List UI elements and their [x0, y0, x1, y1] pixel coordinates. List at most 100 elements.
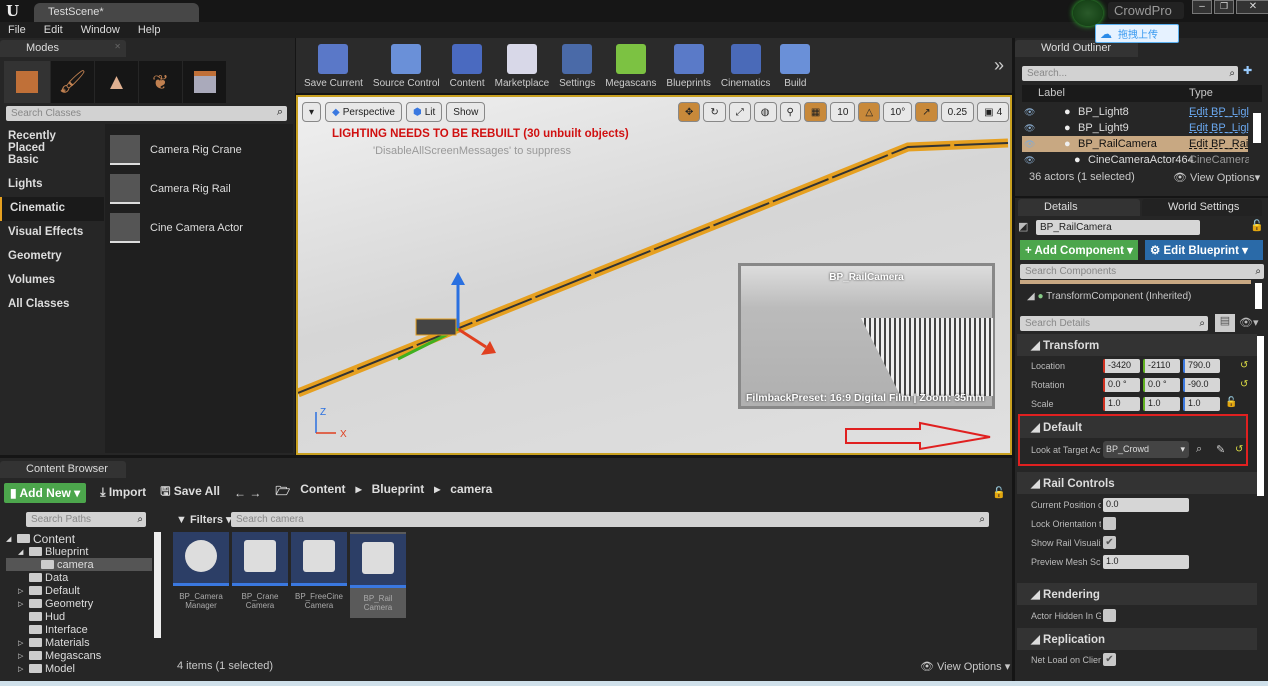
expand-icon[interactable]: ▷ — [18, 600, 26, 608]
folder-geometry[interactable]: ▷ Geometry — [6, 597, 152, 610]
scale-lock-icon[interactable]: 🔓 — [1225, 397, 1237, 408]
toolbar-cinematics-button[interactable]: Cinematics — [721, 40, 770, 92]
visibility-icon[interactable]: 👁 — [1024, 123, 1035, 134]
category-visual-effects[interactable]: Visual Effects — [0, 221, 104, 245]
outliner-view-options[interactable]: 👁 View Options▾ — [1173, 171, 1260, 184]
location-z-field[interactable]: 790.0 — [1183, 359, 1220, 373]
property-matrix-icon[interactable]: ▤ — [1215, 314, 1235, 332]
view-options-button[interactable]: 👁 View Options ▾ — [920, 660, 1010, 673]
show-button[interactable]: Show — [446, 102, 486, 122]
category-geometry[interactable]: Geometry — [0, 245, 104, 269]
breadcrumb-blueprint[interactable]: Blueprint — [372, 482, 425, 503]
more-tools-icon[interactable]: » — [994, 55, 1004, 76]
asset-tile[interactable]: BP_FreeCine Camera — [291, 532, 347, 610]
menu-window[interactable]: Window — [81, 24, 120, 36]
landscape-mode-icon[interactable]: ▲ — [95, 61, 138, 103]
toolbar-marketplace-button[interactable]: Marketplace — [495, 40, 549, 92]
actor-name-field[interactable]: BP_RailCamera — [1036, 220, 1200, 235]
outliner-search-input[interactable]: Search... ⌕ — [1022, 66, 1238, 81]
component-item[interactable]: ◢ ● TransformComponent (Inherited) — [1027, 291, 1191, 302]
camera-speed-button[interactable]: ▣ 4 — [977, 102, 1010, 122]
search-assets-input[interactable]: Search camera ⌕ — [231, 512, 989, 527]
toolbar-megascans-button[interactable]: Megascans — [605, 40, 656, 92]
lit-button[interactable]: ⬢ Lit — [405, 102, 443, 122]
rotation-label[interactable]: Rotation — [1031, 380, 1101, 390]
search-details-input[interactable]: Search Details ⌕ — [1020, 316, 1208, 331]
expand-icon[interactable]: ◢ — [18, 548, 26, 556]
scale-y-field[interactable]: 1.0 — [1143, 397, 1180, 411]
toolbar-source-control-button[interactable]: Source Control — [373, 40, 440, 92]
viewport-options-button[interactable]: ▾ — [302, 102, 322, 122]
section-replication[interactable]: ◢ Replication — [1017, 628, 1257, 650]
asset-tile[interactable]: BP_Camera Manager — [173, 532, 229, 610]
close-icon[interactable]: ✕ — [114, 42, 121, 51]
world-settings-tab[interactable]: World Settings — [1142, 199, 1262, 216]
expand-icon[interactable]: ▷ — [18, 639, 26, 647]
menu-file[interactable]: File — [8, 24, 26, 36]
reset-location-icon[interactable]: ↺ — [1240, 360, 1248, 371]
location-label[interactable]: Location — [1031, 361, 1101, 371]
details-tab[interactable]: Details — [1018, 199, 1140, 216]
expand-icon[interactable]: ▷ — [18, 665, 26, 673]
folder-model[interactable]: ▷ Model — [6, 662, 152, 675]
expand-icon[interactable]: ▷ — [18, 652, 26, 660]
folder-camera[interactable]: camera — [6, 558, 152, 571]
filters-button[interactable]: ▼ Filters ▾ — [176, 513, 232, 526]
menu-edit[interactable]: Edit — [44, 24, 63, 36]
visibility-icon[interactable]: 👁 — [1024, 107, 1035, 118]
rotation-snap-icon[interactable]: △ — [858, 102, 881, 122]
edit-blueprint-button[interactable]: ⚙ Edit Blueprint ▾ — [1145, 240, 1263, 260]
details-scrollbar[interactable] — [1257, 336, 1264, 496]
rotation-y-field[interactable]: 0.0 ° — [1143, 378, 1180, 392]
document-tab[interactable]: TestScene* — [34, 3, 199, 22]
actor-type[interactable]: Edit BP_Ligl — [1189, 122, 1249, 134]
category-lights[interactable]: Lights — [0, 173, 104, 197]
list-item[interactable]: Camera Rig Crane — [110, 130, 288, 169]
outliner-row[interactable]: 👁 ● BP_Light8 Edit BP_Ligl — [1022, 104, 1249, 120]
translate-mode-icon[interactable]: ✥ — [678, 102, 701, 122]
scale-mode-icon[interactable]: ⤢ — [728, 102, 751, 122]
toolbar-content-button[interactable]: Content — [450, 40, 485, 92]
add-folder-icon[interactable]: ✚ — [1243, 64, 1252, 77]
expand-icon[interactable]: ▷ — [18, 587, 26, 595]
lock-orientation-checkbox[interactable] — [1103, 517, 1116, 530]
folder-data[interactable]: Data — [6, 571, 152, 584]
surface-snap-icon[interactable]: ⚲ — [779, 102, 801, 122]
toolbar-build-button[interactable]: Build — [780, 40, 811, 92]
list-item[interactable]: Cine Camera Actor — [110, 208, 288, 247]
folder-hud[interactable]: Hud — [6, 610, 152, 623]
grid-snap-value[interactable]: 10 — [830, 102, 856, 122]
close-button[interactable]: ✕ — [1236, 0, 1268, 14]
preview-mesh-scale-field[interactable]: 1.0 — [1103, 555, 1189, 569]
back-forward-buttons[interactable]: ← → — [234, 486, 261, 500]
folder-default[interactable]: ▷ Default — [6, 584, 152, 597]
section-rendering[interactable]: ◢ Rendering — [1017, 583, 1257, 605]
breadcrumb-camera[interactable]: camera — [450, 482, 492, 503]
lock-icon[interactable]: 🔓 — [992, 486, 1006, 499]
rotation-snap-value[interactable]: 10° — [883, 102, 913, 122]
folder-content[interactable]: ◢ Content — [6, 532, 152, 546]
lock-icon[interactable]: 🔓 — [1250, 219, 1264, 232]
toolbar-save-current-button[interactable]: Save Current — [304, 40, 363, 92]
column-label[interactable]: Label — [1038, 87, 1065, 99]
paint-mode-icon[interactable]: 🖌 — [51, 61, 94, 103]
column-type[interactable]: Type — [1189, 87, 1213, 99]
section-rail-controls[interactable]: ◢ Rail Controls — [1017, 472, 1257, 494]
add-new-button[interactable]: ▮ Add New ▾ — [4, 482, 87, 503]
scale-label[interactable]: Scale — [1031, 399, 1101, 409]
current-position-field[interactable]: 0.0 — [1103, 498, 1189, 512]
rotation-z-field[interactable]: -90.0 — [1183, 378, 1220, 392]
geometry-mode-icon[interactable] — [183, 61, 226, 103]
outliner-row[interactable]: 👁 ● CineCameraActor464CineCameraA — [1022, 152, 1249, 168]
reset-rotation-icon[interactable]: ↺ — [1240, 379, 1248, 390]
toolbar-settings-button[interactable]: Settings — [559, 40, 595, 92]
reset-target-icon[interactable]: ↺ — [1235, 444, 1243, 455]
menu-help[interactable]: Help — [138, 24, 161, 36]
eyedropper-icon[interactable]: ✎ — [1216, 443, 1225, 456]
actor-type[interactable]: CineCameraA — [1189, 154, 1249, 166]
visibility-icon[interactable]: 👁▾ — [1239, 316, 1259, 329]
scale-snap-icon[interactable]: ↗ — [915, 102, 938, 122]
rotate-mode-icon[interactable]: ↻ — [703, 102, 726, 122]
import-button[interactable]: ⤓ Import — [100, 485, 146, 500]
folder-blueprint[interactable]: ◢ Blueprint — [6, 545, 152, 558]
